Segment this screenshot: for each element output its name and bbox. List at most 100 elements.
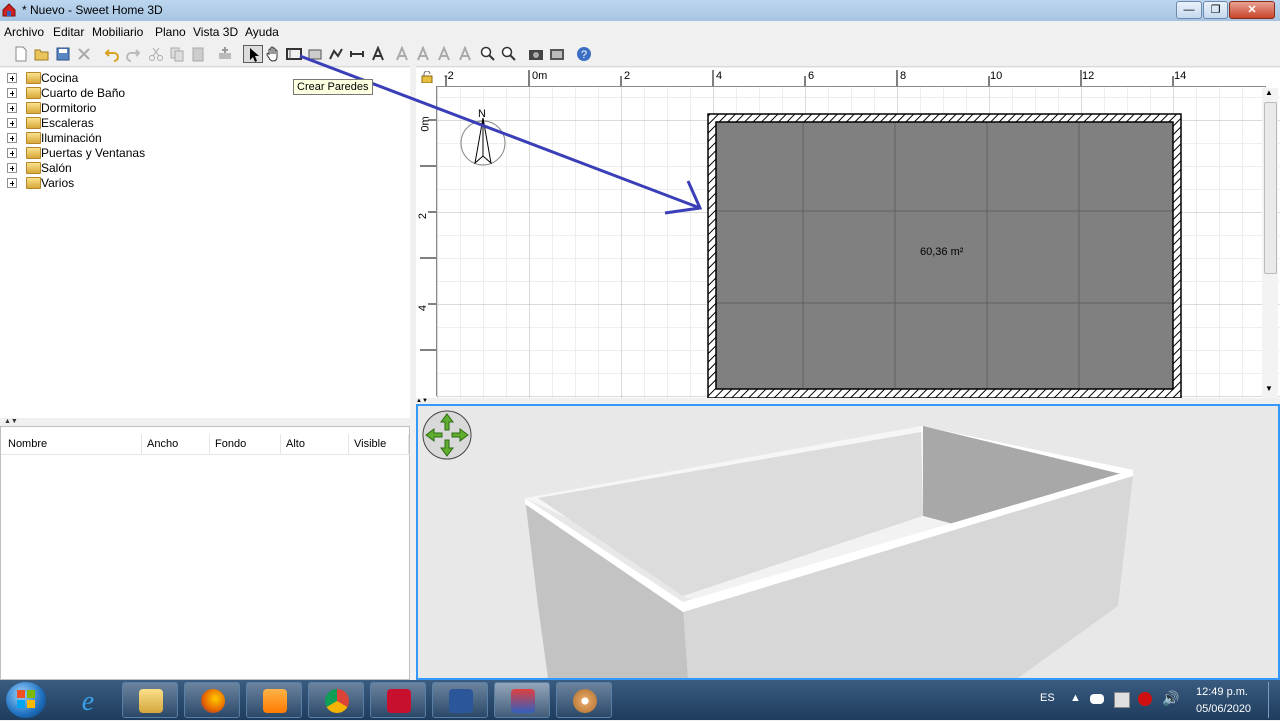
file-explorer-icon: [139, 689, 163, 713]
ruler-y-label: 0m: [419, 116, 432, 132]
view-3d[interactable]: [416, 404, 1280, 680]
scroll-up-icon[interactable]: ▲: [1265, 88, 1273, 97]
plan-vertical-scrollbar[interactable]: ▲ ▼: [1262, 88, 1278, 398]
create-video-icon[interactable]: [549, 46, 565, 62]
folder-icon: [26, 132, 41, 144]
menu-ayuda[interactable]: Ayuda: [245, 25, 279, 39]
decrease-text-icon[interactable]: [436, 46, 452, 62]
select-pointer-icon[interactable]: [243, 45, 263, 63]
maximize-button[interactable]: ❐: [1203, 1, 1228, 19]
folder-icon: [26, 117, 41, 129]
furniture-list-table: Nombre Ancho Fondo Alto Visible: [0, 426, 411, 680]
help-icon[interactable]: ?: [576, 46, 592, 62]
discord-icon[interactable]: [1090, 694, 1104, 704]
expand-icon[interactable]: [7, 148, 17, 158]
copy-icon[interactable]: [169, 46, 185, 62]
cut-disabled-icon[interactable]: [76, 46, 92, 62]
ruler-corner: [416, 68, 436, 86]
navigation-pad-icon[interactable]: [422, 410, 472, 460]
pan-hand-icon[interactable]: [265, 46, 281, 62]
create-walls-icon[interactable]: [286, 46, 302, 62]
taskbar-file-explorer[interactable]: [122, 682, 178, 718]
ruler-x-label: 12: [1082, 70, 1095, 82]
paint-icon: [573, 689, 597, 713]
title-bar: * Nuevo - Sweet Home 3D — ❐ ✕: [0, 0, 1280, 21]
increase-text-icon[interactable]: [415, 46, 431, 62]
expand-icon[interactable]: [7, 178, 17, 188]
ruler-x-label: 4: [716, 70, 723, 82]
column-alto[interactable]: Alto: [281, 434, 349, 454]
menu-editar[interactable]: Editar: [53, 25, 84, 39]
zoom-out-icon[interactable]: [501, 46, 517, 62]
ruler-x-label: 2: [624, 70, 631, 82]
taskbar-media-player[interactable]: [246, 682, 302, 718]
expand-icon[interactable]: [7, 73, 17, 83]
taskbar-paint[interactable]: [556, 682, 612, 718]
taskbar-acrobat[interactable]: [370, 682, 426, 718]
modify-text-icon[interactable]: [394, 46, 410, 62]
taskbar-word[interactable]: [432, 682, 488, 718]
column-ancho[interactable]: Ancho: [142, 434, 210, 454]
clock-date[interactable]: 05/06/2020: [1196, 703, 1251, 715]
create-dimensions-icon[interactable]: [349, 46, 365, 62]
expand-icon[interactable]: [7, 118, 17, 128]
plan-view[interactable]: -2 0m 2 4 6 8 10 12 14 0m 2 4 N: [416, 68, 1280, 398]
taskbar-chrome[interactable]: [308, 682, 364, 718]
add-furniture-icon[interactable]: [217, 46, 233, 62]
create-photo-icon[interactable]: [528, 46, 544, 62]
media-player-icon: [263, 689, 287, 713]
scroll-down-icon[interactable]: ▼: [1265, 384, 1273, 393]
column-nombre[interactable]: Nombre: [3, 434, 142, 454]
svg-text:?: ?: [581, 49, 587, 61]
taskbar-sweet-home-3d[interactable]: [494, 682, 550, 718]
security-alert-icon[interactable]: [1138, 692, 1152, 706]
expand-icon[interactable]: [7, 88, 17, 98]
show-hidden-icons-icon[interactable]: ▲: [1070, 692, 1081, 704]
clock-time[interactable]: 12:49 p.m.: [1196, 686, 1248, 698]
undo-icon[interactable]: [104, 46, 120, 62]
scrollbar-thumb[interactable]: [1264, 102, 1277, 274]
create-polylines-icon[interactable]: [328, 46, 344, 62]
close-button[interactable]: ✕: [1229, 1, 1275, 19]
add-text-icon[interactable]: [370, 46, 386, 62]
firefox-icon: [201, 689, 225, 713]
windows-logo-icon: [17, 690, 35, 708]
new-file-icon[interactable]: [13, 46, 29, 62]
scissors-icon[interactable]: [148, 46, 164, 62]
compass-north-label: N: [478, 108, 486, 120]
catalog-furniture-splitter[interactable]: ▲▼: [0, 418, 410, 426]
zoom-in-icon[interactable]: [480, 46, 496, 62]
menu-plano[interactable]: Plano: [155, 25, 186, 39]
lock-icon[interactable]: [420, 71, 434, 83]
expand-icon[interactable]: [7, 163, 17, 173]
redo-icon[interactable]: [125, 46, 141, 62]
volume-icon[interactable]: 🔊: [1162, 690, 1179, 707]
ruler-horizontal: -2 0m 2 4 6 8 10 12 14: [436, 68, 1266, 87]
svg-text:e: e: [82, 686, 94, 716]
bold-text-icon[interactable]: [457, 46, 473, 62]
menu-vista-3d[interactable]: Vista 3D: [193, 25, 238, 39]
paste-icon[interactable]: [190, 46, 206, 62]
column-visible[interactable]: Visible: [349, 434, 409, 454]
start-button[interactable]: [6, 682, 46, 718]
create-rooms-icon[interactable]: [307, 46, 323, 62]
language-indicator[interactable]: ES: [1040, 692, 1055, 704]
sweet-home-3d-task-icon: [511, 689, 535, 713]
show-desktop-button[interactable]: [1268, 682, 1279, 718]
ruler-x-label: 14: [1174, 70, 1187, 82]
ruler-x-label: 8: [900, 70, 907, 82]
expand-icon[interactable]: [7, 103, 17, 113]
expand-icon[interactable]: [7, 133, 17, 143]
ruler-y-label: 2: [417, 212, 430, 220]
internet-explorer-icon[interactable]: e: [68, 684, 108, 717]
save-icon[interactable]: [55, 46, 71, 62]
splitter-arrows-icon[interactable]: ▲▼: [4, 418, 18, 425]
folder-icon: [26, 177, 41, 189]
menu-archivo[interactable]: Archivo: [4, 25, 44, 39]
network-status-icon[interactable]: [1114, 692, 1130, 708]
menu-mobiliario[interactable]: Mobiliario: [92, 25, 143, 39]
open-file-icon[interactable]: [34, 46, 50, 62]
column-fondo[interactable]: Fondo: [210, 434, 281, 454]
taskbar-firefox[interactable]: [184, 682, 240, 718]
minimize-button[interactable]: —: [1176, 1, 1202, 19]
